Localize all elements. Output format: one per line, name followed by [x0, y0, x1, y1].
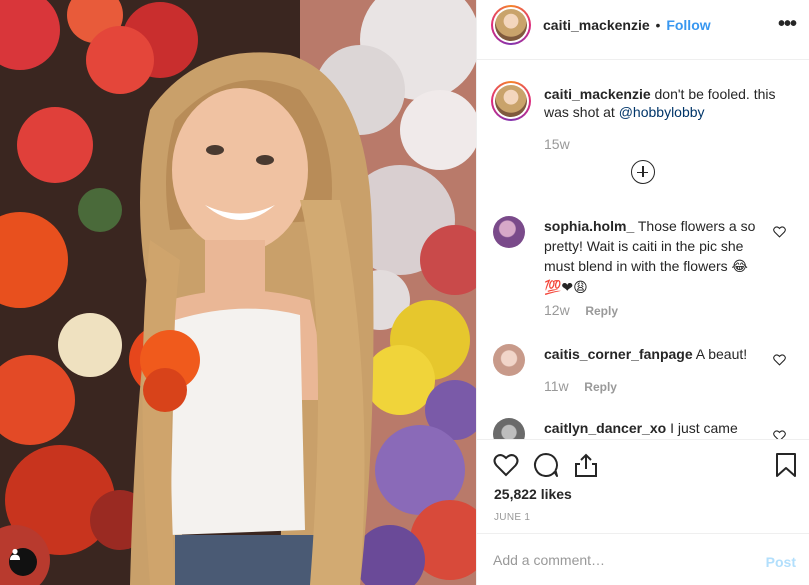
comment-heart-icon[interactable] — [773, 226, 786, 238]
plus-circle-icon[interactable] — [631, 160, 655, 184]
follow-button[interactable]: Follow — [666, 17, 710, 33]
comment-heart-icon[interactable] — [773, 354, 786, 366]
commenter-username[interactable]: caitlyn_dancer_xo — [544, 420, 666, 436]
caption-avatar[interactable] — [491, 81, 531, 121]
post-comment-button[interactable]: Post — [766, 554, 796, 570]
commenter-username[interactable]: caitis_corner_fanpage — [544, 346, 693, 362]
post-header: caiti_mackenzie • Follow ••• — [477, 0, 809, 60]
comment-timestamp[interactable]: 12w — [544, 302, 570, 318]
comment-input[interactable] — [493, 546, 743, 574]
more-options-button[interactable]: ••• — [778, 14, 797, 34]
separator-dot: • — [655, 17, 661, 33]
commenter-avatar[interactable] — [493, 344, 525, 376]
comments-list[interactable]: caiti_mackenzie don't be fooled. this wa… — [477, 60, 809, 439]
reply-button[interactable]: Reply — [585, 304, 618, 318]
commenter-avatar[interactable] — [493, 418, 525, 439]
post-sidebar: caiti_mackenzie • Follow ••• caiti_macke… — [476, 0, 809, 585]
heart-icon[interactable] — [493, 452, 519, 478]
caption-mention[interactable]: @hobbylobby — [619, 104, 705, 120]
photo-artwork — [0, 0, 476, 585]
reply-button[interactable]: Reply — [584, 380, 617, 394]
comment-emoji: 😂 — [731, 259, 748, 275]
post-actions: 25,822 likes JUNE 1 — [477, 439, 809, 533]
caption-username[interactable]: caiti_mackenzie — [544, 86, 651, 102]
comment-timestamp[interactable]: 11w — [544, 378, 569, 394]
add-comment-bar: Post — [477, 533, 809, 585]
comment-icon[interactable] — [533, 452, 559, 478]
user-tags-button[interactable] — [9, 548, 37, 576]
author-avatar[interactable] — [491, 5, 531, 45]
commenter-username[interactable]: sophia.holm_ — [544, 218, 634, 234]
comment-text: A beaut! — [695, 346, 748, 362]
likes-count[interactable]: 25,822 likes — [494, 486, 572, 502]
post-photo[interactable] — [0, 0, 476, 585]
comment-emoji-line: 💯❤😩 — [544, 280, 588, 296]
author-username[interactable]: caiti_mackenzie — [543, 17, 650, 33]
post-date[interactable]: JUNE 1 — [494, 512, 530, 523]
user-icon — [10, 548, 20, 560]
share-icon[interactable] — [573, 452, 599, 478]
comment-text: I just came — [670, 420, 738, 436]
bookmark-icon[interactable] — [773, 452, 799, 478]
commenter-avatar[interactable] — [493, 216, 525, 248]
comment-heart-icon[interactable] — [773, 430, 786, 439]
caption-timestamp[interactable]: 15w — [544, 136, 570, 152]
